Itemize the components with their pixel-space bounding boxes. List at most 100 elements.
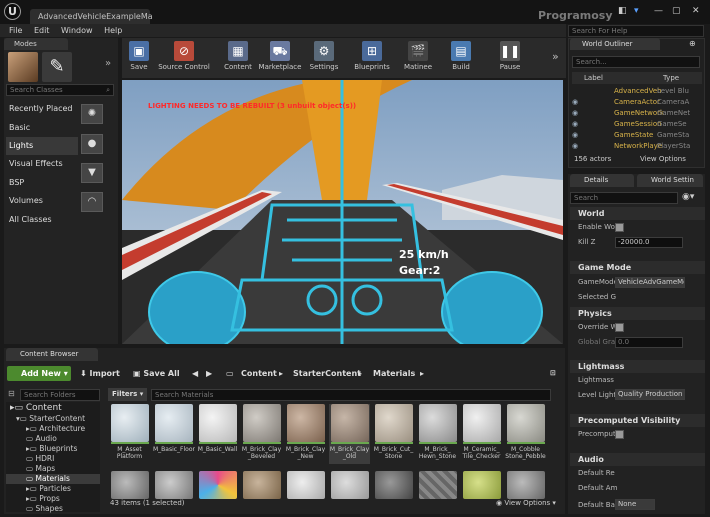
menu-file[interactable]: File [9,24,22,37]
outliner-row[interactable]: AdvancedVeh Level Blu [572,86,700,97]
section-physics[interactable]: Physics [570,307,705,320]
forward-button[interactable]: ▶ [206,366,212,381]
col-type[interactable]: Type [663,72,679,84]
more-modes-icon[interactable]: » [105,58,111,69]
material-thumbnail[interactable] [111,471,149,499]
menu-edit[interactable]: Edit [34,24,50,37]
cb-view-options[interactable]: ◉ View Options ▾ [496,499,556,507]
outliner-search-input[interactable]: Search... [572,56,700,68]
filters-button[interactable]: Filters ▾ [108,388,148,401]
material-thumbnail[interactable] [331,471,369,499]
menu-window[interactable]: Window [61,24,93,37]
marketplace-button[interactable]: ⛟ Marketplace [258,38,302,78]
view-options-eye-icon[interactable]: ◉▾ [682,192,694,202]
add-actor-icon[interactable]: ⊕ [689,39,696,48]
tree-item[interactable]: ▭ Maps [6,464,100,474]
build-button[interactable]: ▤ Build [446,38,476,78]
add-new-button[interactable]: Add New ▾ [7,366,71,381]
place-mode-icon[interactable] [8,52,38,82]
tree-item[interactable]: ▾▭ StarterContent [6,414,100,424]
asset-tile[interactable]: M_Ceramic_ Tile_Checker [461,404,502,464]
eye-icon[interactable]: ◉ [572,119,578,130]
tree-item-materials[interactable]: ▭ Materials [6,474,100,484]
global-grav-input[interactable]: 0.0 [615,337,683,348]
col-label[interactable]: Label [584,72,603,84]
section-audio[interactable]: Audio [570,453,705,466]
tree-item-content[interactable]: ▸▭ Content [6,402,100,414]
eye-icon[interactable]: ◉ [572,97,578,108]
tree-item[interactable]: ▭ HDRI [6,454,100,464]
save-all-button[interactable]: ▣ Save All [133,366,180,381]
maximize-icon[interactable]: ▢ [672,6,681,16]
section-precomputed[interactable]: Precomputed Visibility [570,414,705,427]
outliner-view-options[interactable]: View Options [640,155,686,163]
spot-light-icon[interactable]: ▼ [81,163,103,183]
category-basic[interactable]: Basic [6,119,78,137]
paint-mode-icon[interactable]: ✎ [42,52,72,82]
asset-tile[interactable]: M_Brick_Cut_ Stone [373,404,414,464]
content-button[interactable]: ▦ Content [222,38,254,78]
lock-icon[interactable]: ⊡ [550,366,556,381]
category-all-classes[interactable]: All Classes [6,211,78,229]
tree-item[interactable]: ▸▭ Architecture [6,424,100,434]
override-checkbox[interactable] [615,323,624,332]
source-control-button[interactable]: ⊘ Source Control [156,38,212,78]
category-lights[interactable]: Lights [6,137,78,155]
material-thumbnail[interactable] [199,471,237,499]
feedback-icon[interactable]: ◧ [618,6,627,16]
tree-item[interactable]: ▭ Shapes [6,504,100,514]
asset-tile[interactable]: M_Basic_Wall [197,404,238,464]
import-button[interactable]: ⬇ Import [80,366,120,381]
sky-light-icon[interactable]: ◠ [81,192,103,212]
material-thumbnail[interactable] [507,471,545,499]
content-browser-tab[interactable]: Content Browser [6,348,98,361]
level-viewport[interactable]: LIGHTING NEEDS TO BE REBUILT (3 unbuilt … [122,80,563,344]
material-thumbnail[interactable] [287,471,325,499]
asset-tile-selected[interactable]: M_Brick_Clay _Old [329,404,370,464]
kill-z-input[interactable]: -20000.0 [615,237,683,248]
search-folders-input[interactable]: Search Folders [20,389,100,401]
asset-tile[interactable]: M_Asset Platform [109,404,150,464]
material-thumbnail[interactable] [419,471,457,499]
save-button[interactable]: ▣ Save [126,38,152,78]
eye-icon[interactable]: ◉ [572,108,578,119]
outliner-row[interactable]: ◉ GameSession GameSe [572,119,700,130]
level-tab[interactable]: AdvancedVehicleExampleMa [30,9,153,24]
category-volumes[interactable]: Volumes [6,192,78,210]
breadcrumb-content[interactable]: Content [241,366,277,381]
breadcrumb-materials[interactable]: Materials [373,366,415,381]
collapse-icon[interactable]: ⊟ [8,389,15,398]
material-thumbnail[interactable] [155,471,193,499]
asset-tile[interactable]: M_Brick_Clay _Beveled [241,404,282,464]
enable-world-checkbox[interactable] [615,223,624,232]
search-materials-input[interactable]: Search Materials [151,389,551,401]
tree-item[interactable]: ▸▭ Props [6,494,100,504]
tree-item[interactable]: ▸▭ Blueprints [6,444,100,454]
details-tab[interactable]: Details [570,174,634,187]
breadcrumb-starter[interactable]: StarterContent [293,366,361,381]
close-icon[interactable]: ✕ [692,6,700,16]
directional-light-icon[interactable]: ✺ [81,104,103,124]
eye-icon[interactable]: ◉ [572,130,578,141]
eye-icon[interactable]: ◉ [572,141,578,152]
settings-button[interactable]: ⚙ Settings [306,38,342,78]
category-bsp[interactable]: BSP [6,174,78,192]
material-thumbnail[interactable] [375,471,413,499]
outliner-row[interactable]: ◉ CameraActor CameraA [572,97,700,108]
asset-tile[interactable]: M_Brick_Clay _New [285,404,326,464]
toolbar-overflow-icon[interactable]: » [552,50,559,63]
category-recently-placed[interactable]: Recently Placed [6,100,78,118]
section-world[interactable]: World [570,207,705,220]
tree-item[interactable]: ▭ Audio [6,434,100,444]
quality-dropdown[interactable]: Quality Production [615,389,685,400]
modes-tab[interactable]: Modes [4,38,68,50]
material-thumbnail[interactable] [463,471,501,499]
section-lightmass[interactable]: Lightmass [570,360,705,373]
blueprints-button[interactable]: ⊞ Blueprints [352,38,392,78]
material-thumbnail[interactable] [243,471,281,499]
search-classes-input[interactable]: Search Classes ⌕ [6,84,114,96]
menu-help[interactable]: Help [104,24,122,37]
matinee-button[interactable]: 🎬 Matinee [400,38,436,78]
help-search-input[interactable]: Search For Help [568,25,704,37]
point-light-icon[interactable]: ● [81,134,103,154]
